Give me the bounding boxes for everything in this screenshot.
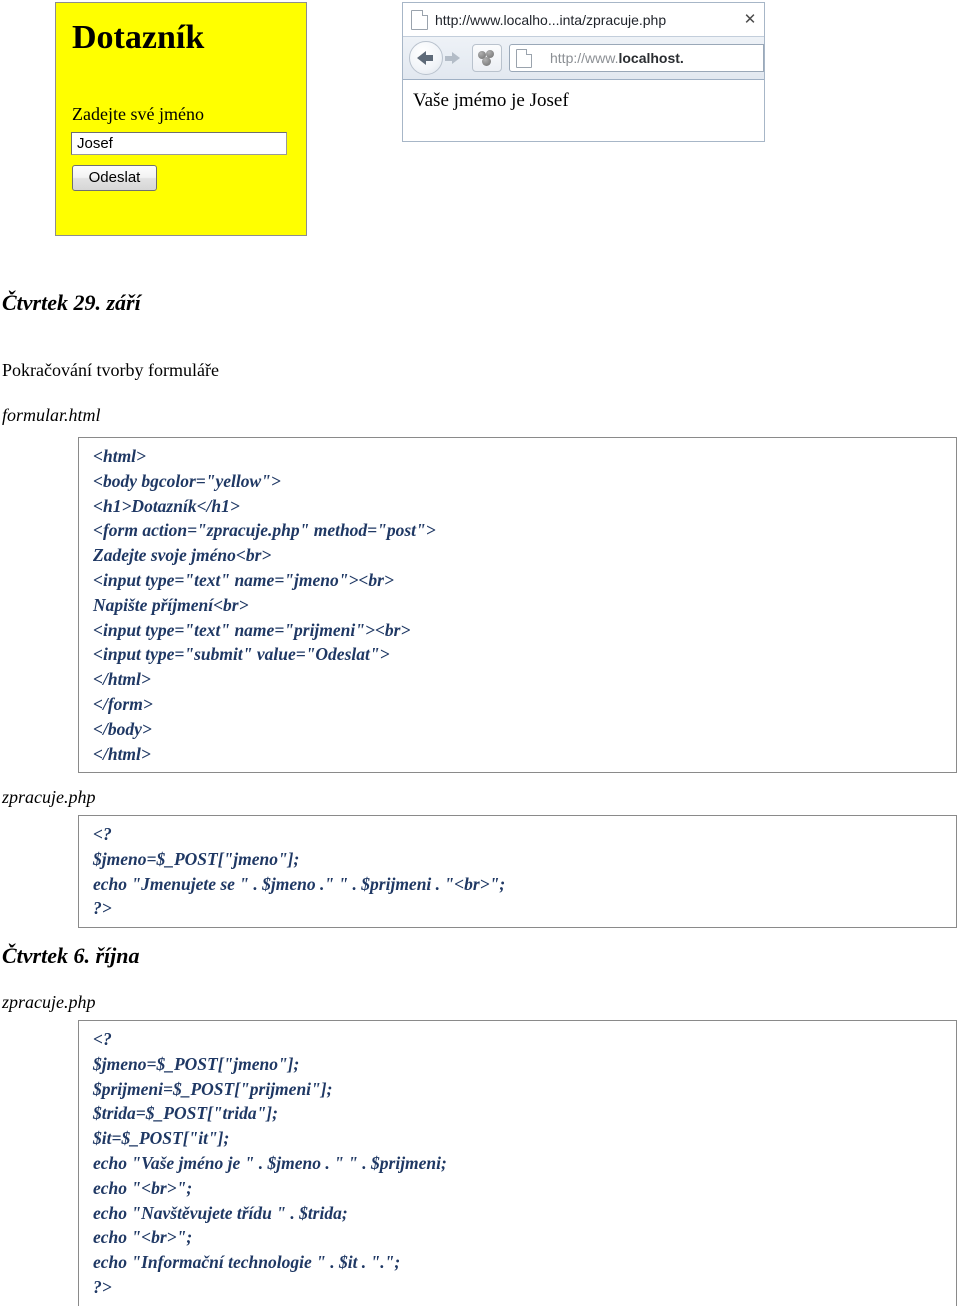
code-line: echo "Jmenujete se " . $jmeno ." " . $pr… — [93, 873, 506, 894]
browser-tab-title: http://www.localho...inta/zpracuje.php — [435, 11, 667, 28]
forward-button[interactable] — [437, 45, 464, 72]
molecule-icon-part — [482, 57, 491, 66]
code-line: echo "Informační technologie " . $it . "… — [93, 1252, 401, 1273]
form-field-label: Zadejte své jméno — [72, 104, 204, 124]
code-line: </html> — [93, 669, 151, 690]
screenshot-browser-window: http://www.localho...inta/zpracuje.php ✕… — [402, 2, 765, 142]
browser-page-content: Vaše jmémo je Josef — [403, 80, 764, 140]
code-line: echo "<br>"; — [93, 1177, 193, 1198]
address-bar-text: http://www.localhost. — [550, 50, 684, 66]
code-line: Zadejte svoje jméno<br> — [93, 545, 272, 566]
date-heading-september: Čtvrtek 29. září — [2, 290, 141, 315]
form-page-title: Dotazník — [72, 19, 205, 56]
code-block-zpracuje-php-1: <? $jmeno=$_POST["jmeno"]; echo "Jmenuje… — [78, 815, 957, 929]
browser-tab-strip: http://www.localho...inta/zpracuje.php ✕ — [403, 3, 764, 37]
code-line: </html> — [93, 743, 151, 764]
extension-button[interactable] — [472, 44, 502, 72]
code-line: <? — [93, 824, 112, 844]
code-line: ?> — [93, 898, 112, 919]
screenshot-questionnaire-form: Dotazník Zadejte své jméno Josef Odeslat — [55, 2, 307, 236]
address-host: localhost. — [618, 50, 684, 66]
page-output-text: Vaše jmémo je Josef — [413, 90, 569, 111]
code-line: <body bgcolor="yellow"> — [93, 470, 281, 491]
code-line: $it=$_POST["it"]; — [93, 1128, 230, 1149]
code-block-formular-html: <html> <body bgcolor="yellow"> <h1>Dotaz… — [78, 437, 957, 774]
code-line: <input type="submit" value="Odeslat"> — [93, 644, 390, 665]
code-line: <h1>Dotazník</h1> — [93, 495, 240, 516]
code-line: <html> — [93, 446, 147, 466]
name-input[interactable]: Josef — [71, 132, 287, 155]
code-line: <form action="zpracuje.php" method="post… — [93, 520, 436, 541]
code-line: $trida=$_POST["trida"]; — [93, 1103, 278, 1124]
submit-button[interactable]: Odeslat — [72, 165, 157, 191]
address-prefix: http://www. — [550, 50, 619, 66]
code-line: <input type="text" name="prijmeni"><br> — [93, 619, 411, 640]
date-heading-october: Čtvrtek 6. října — [2, 943, 140, 968]
code-line: echo "Vaše jméno je " . $jmeno . " " . $… — [93, 1152, 447, 1173]
code-line: </body> — [93, 718, 152, 739]
code-line: $prijmeni=$_POST["prijmeni"]; — [93, 1078, 333, 1099]
code-line: $jmeno=$_POST["jmeno"]; — [93, 1053, 300, 1074]
section-subtitle: Pokračování tvorby formuláře — [2, 360, 219, 380]
page-icon — [411, 9, 428, 30]
file-label-formular-html: formular.html — [2, 405, 101, 425]
address-bar[interactable]: http://www.localhost. — [509, 44, 764, 72]
code-line: <input type="text" name="jmeno"><br> — [93, 569, 394, 590]
code-block-zpracuje-php-2: <? $jmeno=$_POST["jmeno"]; $prijmeni=$_P… — [78, 1020, 957, 1306]
browser-tab[interactable]: http://www.localho...inta/zpracuje.php ✕ — [403, 3, 764, 36]
favicon-page-icon — [516, 48, 532, 68]
code-line: Napište příjmení<br> — [93, 594, 249, 615]
code-line: echo "<br>"; — [93, 1227, 193, 1248]
file-label-zpracuje-php-2: zpracuje.php — [2, 992, 96, 1012]
code-line: ?> — [93, 1276, 112, 1297]
code-line: </form> — [93, 693, 153, 714]
code-line: echo "Navštěvujete třídu " . $trida; — [93, 1202, 348, 1223]
file-label-zpracuje-php-1: zpracuje.php — [2, 787, 96, 807]
code-line: <? — [93, 1029, 112, 1049]
code-line: $jmeno=$_POST["jmeno"]; — [93, 848, 300, 869]
browser-toolbar: http://www.localhost. — [403, 37, 764, 80]
close-icon[interactable]: ✕ — [742, 12, 758, 27]
